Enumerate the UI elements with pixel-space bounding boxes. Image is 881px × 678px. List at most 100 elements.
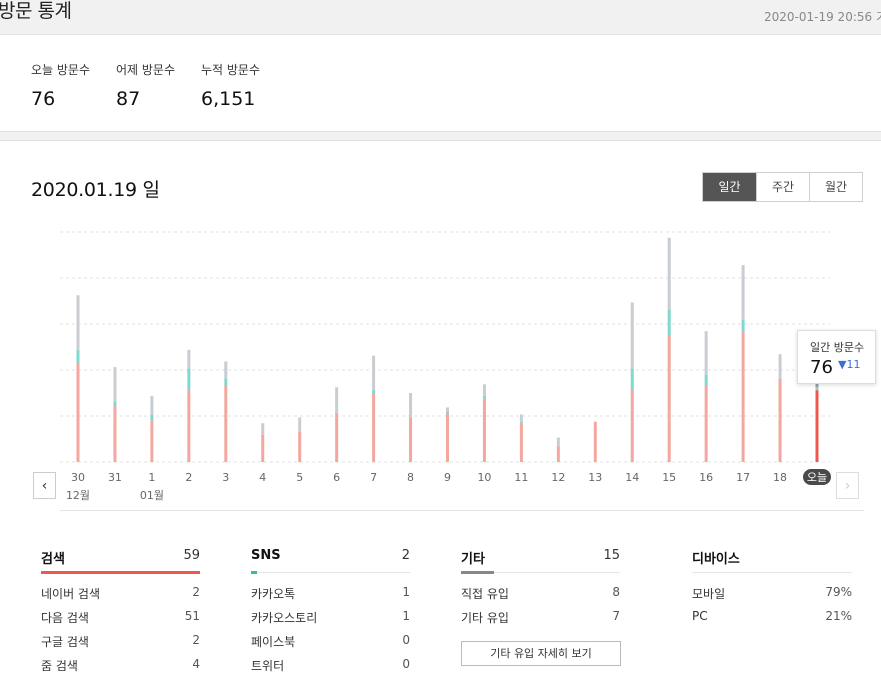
x-tick-label: 8 [407, 471, 414, 484]
sns-total: 2 [401, 548, 410, 563]
period-tabs: 일간 주간 월간 [702, 172, 863, 202]
bar-segment [113, 405, 117, 462]
row-name: 줌 검색 [41, 659, 78, 673]
row-name: 카카오스토리 [251, 611, 318, 625]
row-value: 1 [402, 609, 410, 623]
row-name: 페이스북 [251, 635, 296, 649]
bar-segment [667, 335, 671, 462]
list-item: 카카오톡 1 [251, 577, 410, 601]
bar-segment [76, 349, 80, 363]
row-name: 구글 검색 [41, 635, 89, 649]
chart-tooltip: 일간 방문수 76 ▼11 [797, 330, 876, 384]
tab-daily[interactable]: 일간 [703, 173, 756, 201]
bar-segment [815, 387, 819, 391]
top-bar: 방문 통계 2020-01-19 20:56 기 [0, 0, 881, 34]
x-tick-label: 12 [551, 471, 565, 484]
list-item: 카카오스토리 1 [251, 601, 410, 625]
total-label: 누적 방문수 [201, 63, 261, 77]
search-title: 검색 [41, 552, 65, 567]
page-title: 방문 통계 [0, 0, 72, 22]
list-item: 트위터 0 [251, 649, 410, 673]
other-detail-button[interactable]: 기타 유입 자세히 보기 [461, 641, 621, 666]
section-divider [60, 510, 864, 511]
x-tick-label: 30 [71, 471, 85, 484]
today-label: 오늘 방문수 [31, 63, 91, 77]
row-value: 2 [192, 585, 200, 599]
row-name: PC [692, 609, 708, 623]
list-item: 페이스북 0 [251, 625, 410, 649]
row-name: 모바일 [692, 587, 726, 601]
bar-segment [224, 361, 228, 379]
list-item: 구글 검색 2 [41, 625, 200, 649]
yesterday-value: 87 [116, 88, 141, 110]
bar-segment [298, 417, 302, 432]
bar-segment [519, 414, 523, 422]
x-tick-label: 31 [108, 471, 122, 484]
device-title: 디바이스 [692, 552, 740, 567]
list-item: 줌 검색 4 [41, 649, 200, 673]
bar-segment [704, 385, 708, 462]
other-ratio-bar [461, 571, 495, 574]
x-tick-label: 17 [736, 471, 750, 484]
row-value: 2 [192, 633, 200, 647]
x-tick-label: 15 [662, 471, 676, 484]
next-arrow-button[interactable]: › [836, 472, 859, 499]
x-tick-label: 13 [588, 471, 602, 484]
list-item: 기타 유입 7 [461, 601, 620, 625]
timestamp: 2020-01-19 20:56 기 [764, 10, 881, 24]
bar-segment [446, 411, 449, 414]
bar-segment [335, 387, 339, 414]
row-value: 79% [825, 585, 852, 599]
x-tick-label: 16 [699, 471, 713, 484]
x-tick-label: 10 [477, 471, 491, 484]
row-name: 직접 유입 [461, 587, 509, 601]
x-tick-label: 11 [514, 471, 528, 484]
bar-segment [482, 384, 486, 396]
bar-segment [372, 393, 376, 462]
search-header: 검색 59 [41, 545, 200, 574]
bar-segment [741, 331, 745, 462]
date-title: 2020.01.19 일 [31, 179, 160, 201]
other-header: 기타 15 [461, 545, 620, 574]
bar-segment [298, 431, 302, 462]
bar-segment [704, 331, 708, 375]
yesterday-stat: 어제 방문수 87 [116, 61, 175, 110]
prev-arrow-button[interactable]: ‹ [33, 472, 56, 499]
bar-segment [150, 414, 154, 421]
x-tick-label: 14 [625, 471, 639, 484]
bar-segment [76, 362, 80, 462]
today-stat: 오늘 방문수 76 [31, 61, 90, 110]
bar-segment [187, 349, 191, 369]
x-tick-label: 5 [296, 471, 303, 484]
list-item: 모바일 79% [692, 577, 852, 601]
row-name: 네이버 검색 [41, 587, 101, 601]
bar-segment [150, 395, 154, 415]
bar-segment [224, 378, 228, 386]
x-tick-label: 18 [773, 471, 787, 484]
bar-segment [224, 385, 228, 462]
visits-chart: 30 31 1 2 3 4 5 6 7 8 9 10 11 12 13 14 15 16 17 18 오늘12월 01월 [60, 231, 831, 502]
x-tick-label: 오늘 [807, 471, 827, 484]
sns-title: SNS [251, 548, 281, 563]
bar-segment [556, 437, 560, 447]
bar-segment [704, 374, 708, 386]
tooltip-label: 일간 방문수 [810, 341, 865, 354]
row-value: 1 [402, 585, 410, 599]
row-name: 다음 검색 [41, 611, 89, 625]
row-value: 8 [612, 585, 620, 599]
today-value: 76 [31, 88, 56, 110]
row-value: 7 [612, 609, 620, 623]
tab-monthly[interactable]: 월간 [809, 173, 862, 201]
bar-segment [593, 421, 597, 462]
bar-segment [76, 295, 80, 350]
bar-segment [261, 423, 265, 435]
bar-segment [113, 367, 117, 402]
tab-weekly[interactable]: 주간 [756, 173, 809, 201]
bar-segment [409, 393, 413, 418]
bar-segment [630, 368, 634, 391]
x-tick-label: 4 [259, 471, 266, 484]
other-total: 15 [603, 548, 620, 563]
sns-section: SNS 2 카카오톡 1 카카오스토리 1 페이스북 0 트위터 0 [251, 545, 410, 673]
bar-segment [815, 390, 819, 462]
search-section: 검색 59 네이버 검색 2 다음 검색 51 구글 검색 2 줌 검색 4 [41, 545, 200, 673]
